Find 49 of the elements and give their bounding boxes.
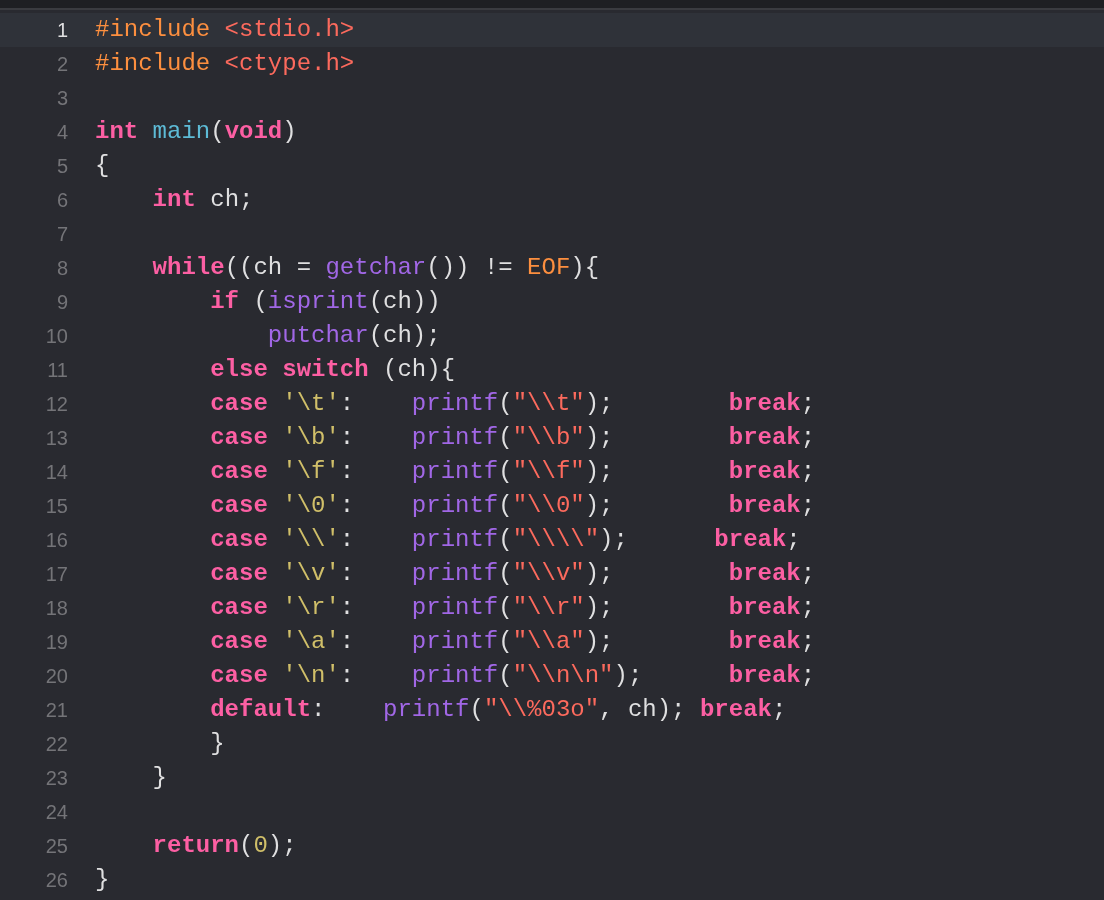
line-number: 12 [45, 392, 68, 417]
line-number: 3 [56, 86, 68, 111]
line-number: 19 [45, 630, 68, 655]
line-number: 6 [56, 188, 68, 213]
code-line: if (isprint(ch)) [209, 287, 441, 317]
line-number: 1 [56, 18, 68, 43]
code-line: int ch; [151, 185, 254, 215]
line-number: 11 [47, 358, 68, 383]
line-number: 18 [45, 596, 68, 621]
line-number: 25 [45, 834, 68, 859]
line-number: 5 [56, 154, 68, 179]
line-number: 7 [56, 222, 68, 247]
line-number: 8 [56, 256, 68, 281]
line-number: 4 [56, 120, 68, 145]
line-number: 16 [45, 528, 68, 553]
code-line: default: printf("\\%03o", ch); break; [209, 695, 787, 725]
line-number: 24 [45, 800, 68, 825]
line-number: 20 [45, 664, 68, 689]
code-line: #include <ctype.h> [95, 49, 355, 79]
line-number: 10 [45, 324, 68, 349]
line-number: 26 [45, 868, 68, 893]
code-line: case '\n': printf("\\n\n"); break; [209, 661, 816, 691]
line-number: 23 [45, 766, 68, 791]
code-line: { [95, 151, 110, 181]
code-line: while((ch = getchar()) != EOF){ [151, 253, 600, 283]
code-line: case '\\': printf("\\\\"); break; [209, 525, 801, 555]
code-line: } [209, 729, 225, 759]
line-number: 21 [45, 698, 68, 723]
code-line: } [95, 865, 110, 895]
code-line: return(0); [151, 831, 297, 861]
line-number: 22 [45, 732, 68, 757]
line-number: 2 [56, 52, 68, 77]
line-number: 13 [45, 426, 68, 451]
code-line: else switch (ch){ [209, 355, 456, 385]
line-number: 14 [45, 460, 68, 485]
code-line: case '\v': printf("\\v"); break; [209, 559, 816, 589]
code-line: } [151, 763, 167, 793]
code-line: #include <stdio.h> [95, 15, 355, 45]
line-number: 17 [45, 562, 68, 587]
line-number: 9 [56, 290, 68, 315]
code-line: case '\t': printf("\\t"); break; [209, 389, 816, 419]
code-line: putchar(ch); [266, 321, 441, 351]
code-line: case '\f': printf("\\f"); break; [209, 457, 816, 487]
code-line: int main(void) [95, 117, 297, 147]
code-line: case '\b': printf("\\b"); break; [209, 423, 816, 453]
code-line: case '\a': printf("\\a"); break; [209, 627, 816, 657]
line-number: 15 [45, 494, 68, 519]
code-line: case '\r': printf("\\r"); break; [209, 593, 816, 623]
code-line: case '\0': printf("\\0"); break; [209, 491, 816, 521]
